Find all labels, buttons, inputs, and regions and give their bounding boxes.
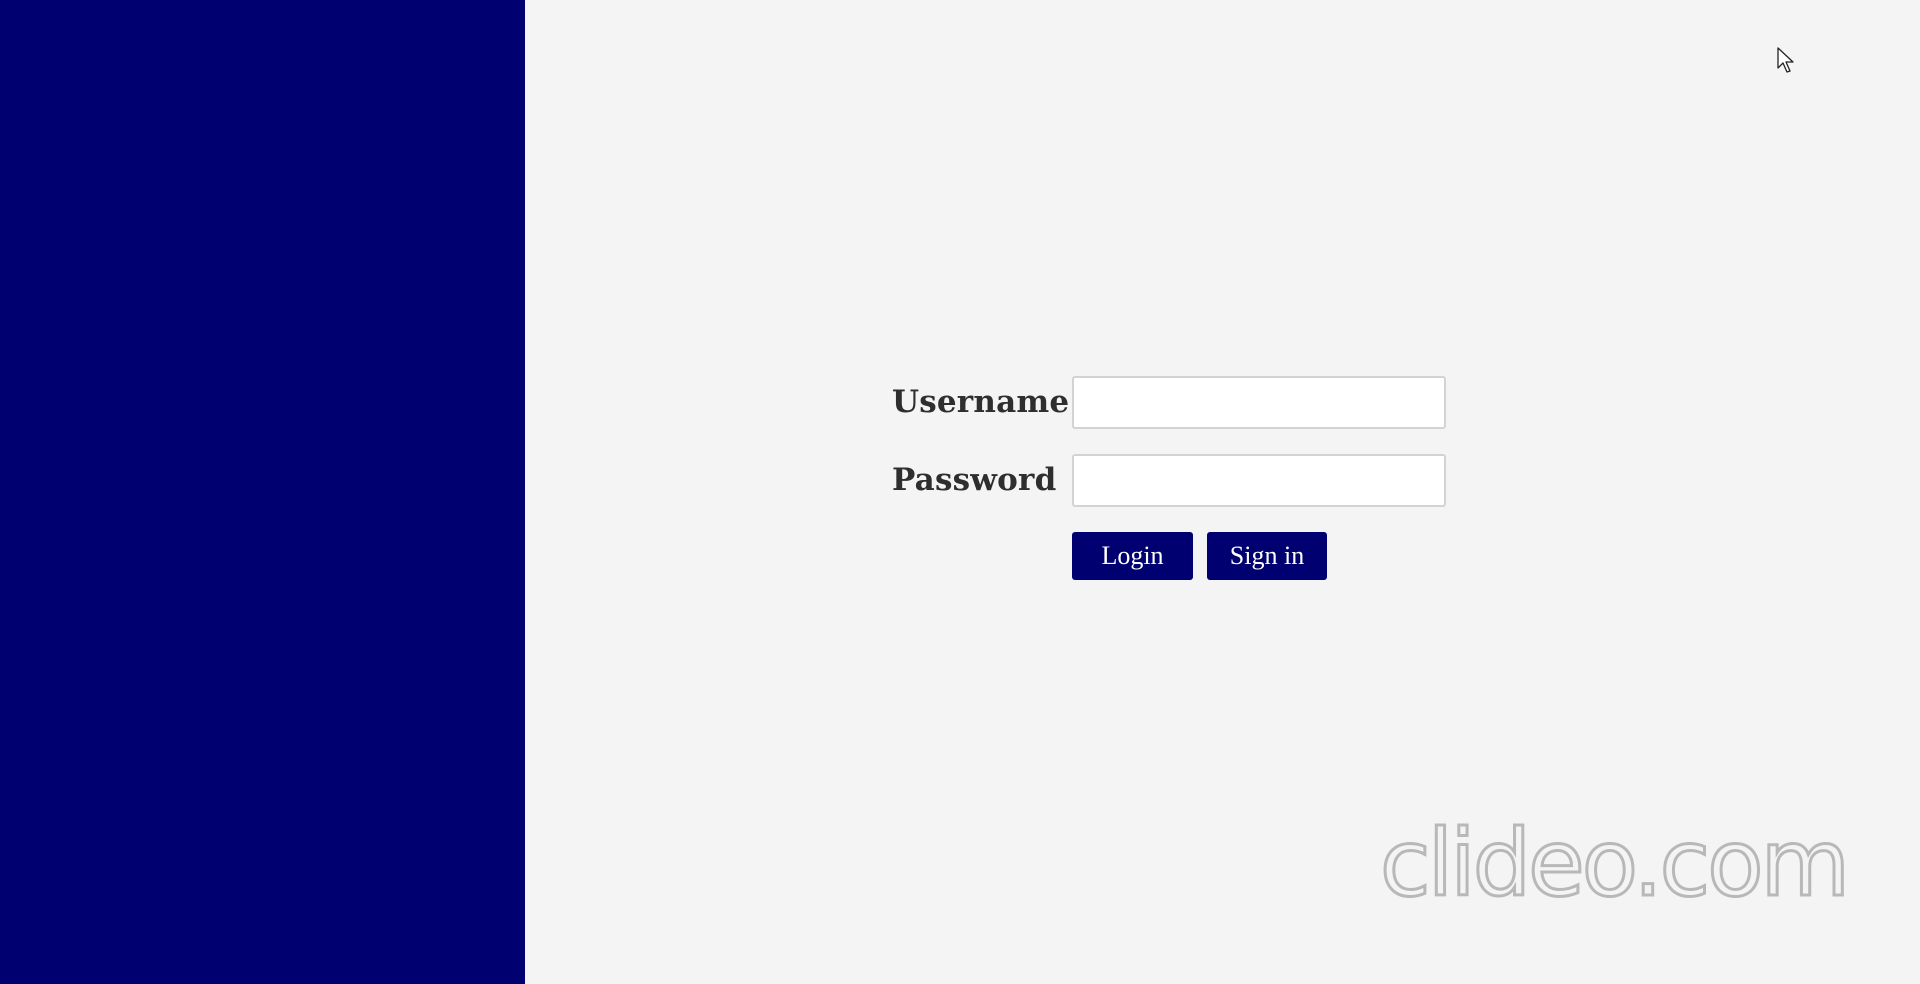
sign-in-button[interactable]: Sign in [1207, 532, 1327, 580]
login-form: Username Password Login Sign in [892, 376, 1452, 582]
mouse-pointer-icon [1777, 47, 1794, 73]
username-input[interactable] [1072, 376, 1446, 429]
password-label: Password [892, 462, 1057, 498]
password-input[interactable] [1072, 454, 1446, 507]
password-row: Password [892, 454, 1452, 509]
form-buttons: Login Sign in [892, 532, 1452, 582]
login-button[interactable]: Login [1072, 532, 1193, 580]
username-row: Username [892, 376, 1452, 431]
sidebar-panel [0, 0, 525, 984]
username-label: Username [892, 384, 1070, 420]
page: Username Password Login Sign in clideo.c… [0, 0, 1920, 984]
clideo-watermark: clideo.com [1378, 810, 1851, 917]
